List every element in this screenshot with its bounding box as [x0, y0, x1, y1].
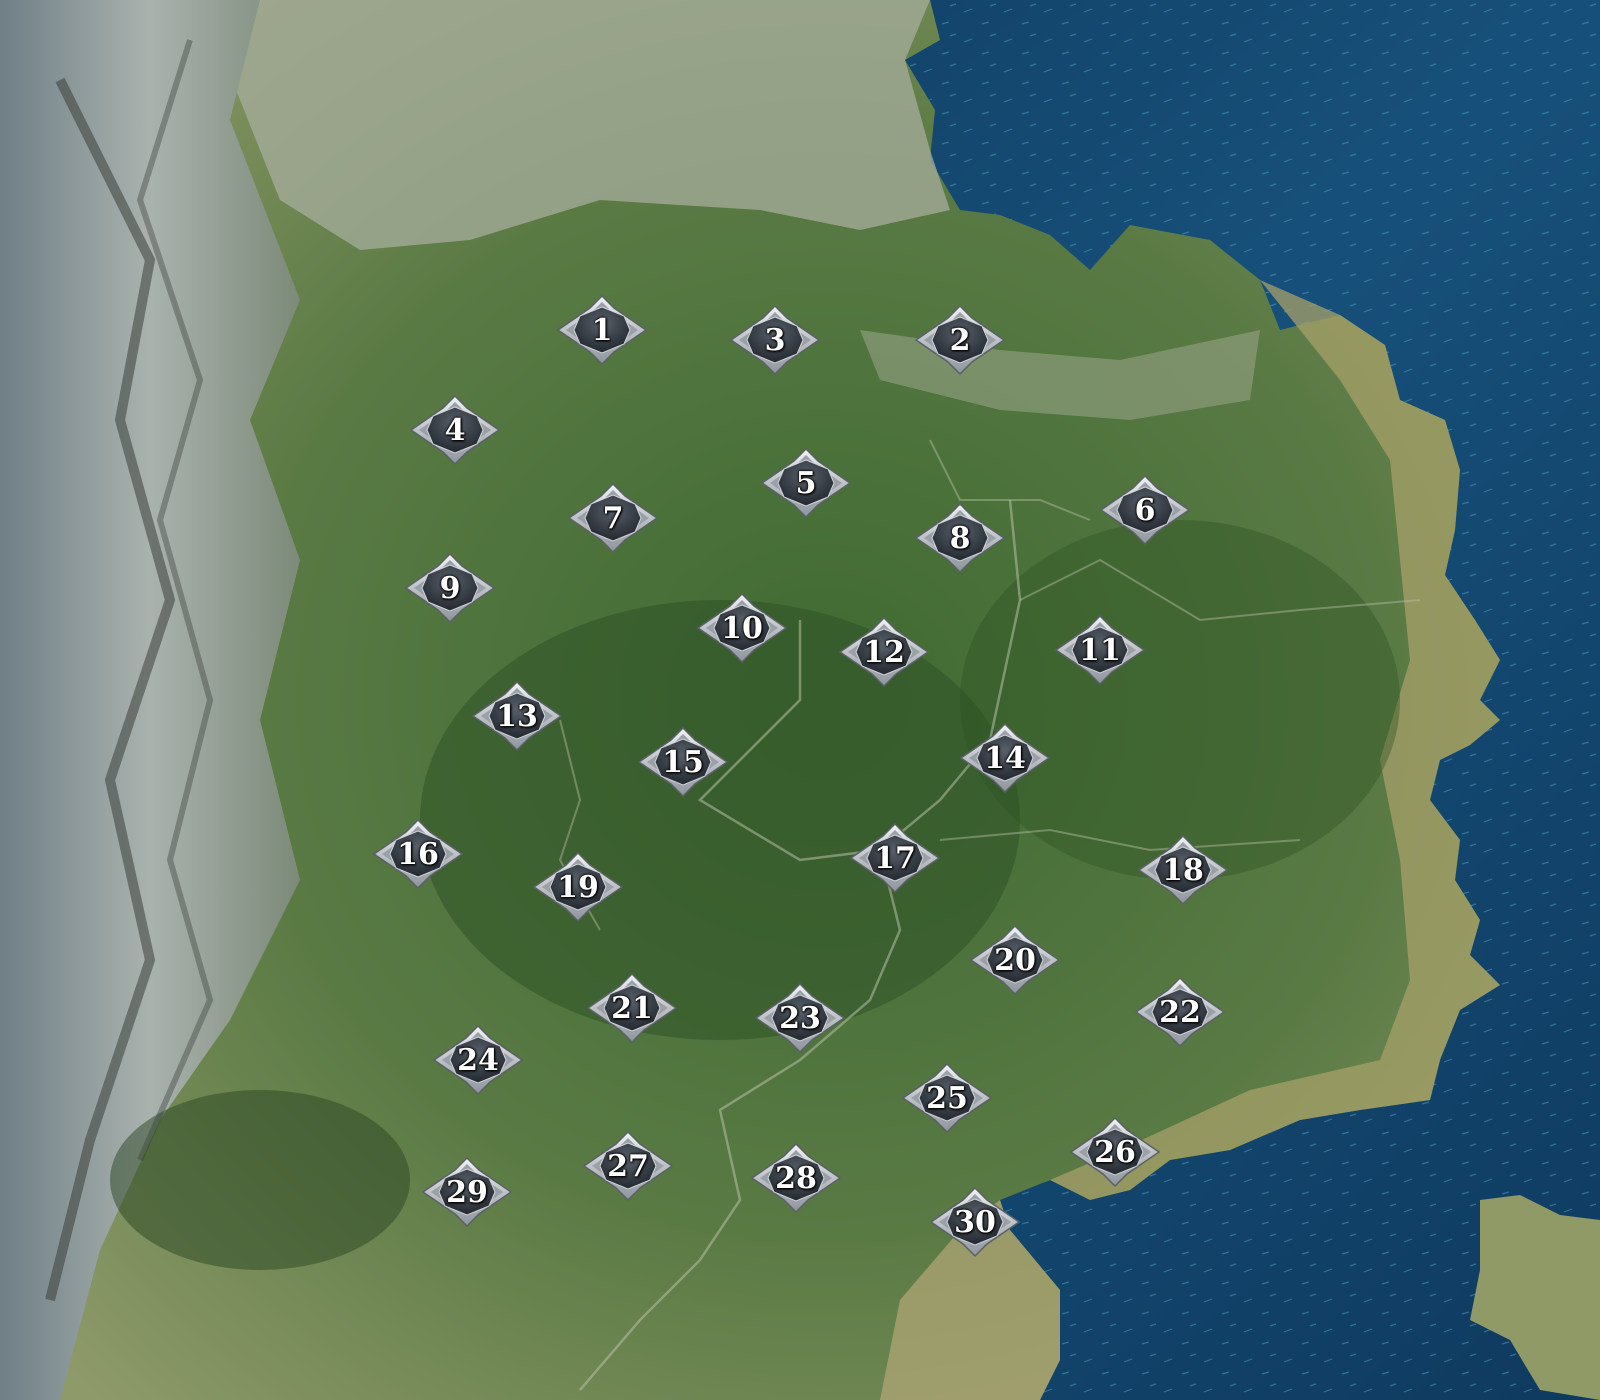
node-badge-icon [914, 304, 1006, 376]
node-badge-icon [582, 1130, 674, 1202]
node-badge-icon [586, 972, 678, 1044]
node-badge-icon [838, 616, 930, 688]
node-badge-icon [404, 552, 496, 624]
map-node-3[interactable]: 3 [727, 304, 823, 376]
map-node-9[interactable]: 9 [402, 552, 498, 624]
map-node-20[interactable]: 20 [967, 924, 1063, 996]
map-node-26[interactable]: 26 [1067, 1116, 1163, 1188]
map-node-27[interactable]: 27 [580, 1130, 676, 1202]
node-badge-icon [929, 1186, 1021, 1258]
map-node-24[interactable]: 24 [430, 1024, 526, 1096]
map-node-15[interactable]: 15 [635, 726, 731, 798]
node-badge-icon [432, 1024, 524, 1096]
map-node-4[interactable]: 4 [407, 394, 503, 466]
map-node-5[interactable]: 5 [758, 447, 854, 519]
node-badge-icon [914, 502, 1006, 574]
node-badge-icon [729, 304, 821, 376]
node-badge-icon [567, 482, 659, 554]
map-node-1[interactable]: 1 [554, 294, 650, 366]
map-node-25[interactable]: 25 [899, 1062, 995, 1134]
node-badge-icon [372, 818, 464, 890]
map-node-28[interactable]: 28 [748, 1142, 844, 1214]
world-map: 1 2 3 4 5 6 7 8 9 10 11 12 13 14 15 16 17 18 19 20 21 22 23 24 2… [0, 0, 1600, 1400]
node-badge-icon [750, 1142, 842, 1214]
map-node-12[interactable]: 12 [836, 616, 932, 688]
node-badge-icon [421, 1156, 513, 1228]
map-node-21[interactable]: 21 [584, 972, 680, 1044]
map-node-13[interactable]: 13 [469, 680, 565, 752]
node-badge-icon [754, 982, 846, 1054]
node-badge-icon [969, 924, 1061, 996]
node-badge-icon [556, 294, 648, 366]
map-node-23[interactable]: 23 [752, 982, 848, 1054]
node-badge-icon [637, 726, 729, 798]
map-node-6[interactable]: 6 [1097, 474, 1193, 546]
map-node-8[interactable]: 8 [912, 502, 1008, 574]
node-badge-icon [471, 680, 563, 752]
map-node-29[interactable]: 29 [419, 1156, 515, 1228]
node-badge-icon [1054, 614, 1146, 686]
map-node-22[interactable]: 22 [1132, 976, 1228, 1048]
node-badge-icon [409, 394, 501, 466]
map-node-18[interactable]: 18 [1135, 834, 1231, 906]
node-badge-icon [901, 1062, 993, 1134]
node-badge-icon [1099, 474, 1191, 546]
map-node-7[interactable]: 7 [565, 482, 661, 554]
node-badge-icon [1137, 834, 1229, 906]
map-node-17[interactable]: 17 [847, 822, 943, 894]
node-badge-icon [1069, 1116, 1161, 1188]
node-badge-icon [959, 722, 1051, 794]
node-badge-icon [532, 851, 624, 923]
map-node-16[interactable]: 16 [370, 818, 466, 890]
map-node-30[interactable]: 30 [927, 1186, 1023, 1258]
map-node-11[interactable]: 11 [1052, 614, 1148, 686]
node-badge-icon [1134, 976, 1226, 1048]
node-badge-icon [760, 447, 852, 519]
map-node-2[interactable]: 2 [912, 304, 1008, 376]
node-badge-icon [696, 592, 788, 664]
map-node-14[interactable]: 14 [957, 722, 1053, 794]
map-node-10[interactable]: 10 [694, 592, 790, 664]
node-badge-icon [849, 822, 941, 894]
map-node-19[interactable]: 19 [530, 851, 626, 923]
